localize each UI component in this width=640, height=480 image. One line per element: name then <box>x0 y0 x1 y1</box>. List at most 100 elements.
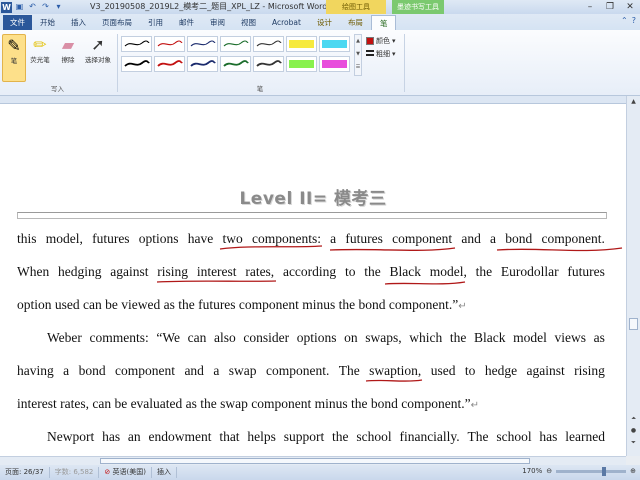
pen-swatch-button[interactable] <box>220 36 251 52</box>
gallery-scroll-buttons[interactable]: ▲ ▼ ☰ <box>354 34 362 76</box>
tab-file[interactable]: 文件 <box>3 15 32 30</box>
line-text: interest rates, can be evaluated as the … <box>17 396 471 411</box>
word: Eurodollar <box>500 264 559 279</box>
pen-swatch-button[interactable] <box>286 36 317 52</box>
word: can <box>187 330 207 345</box>
word: When <box>17 264 50 279</box>
text-line: interest rates, can be evaluated as the … <box>17 387 605 420</box>
group-separator <box>117 34 118 92</box>
word: component. <box>541 231 605 246</box>
status-language[interactable]: ⊘ 英语(美国) <box>99 467 152 478</box>
close-button[interactable]: ✕ <box>620 0 640 14</box>
pen-swatch-button[interactable] <box>187 56 218 72</box>
word: component <box>392 231 453 246</box>
document-area[interactable]: Level II= 模考三 this model, futures options ha… <box>0 104 626 456</box>
pen-swatch-button[interactable] <box>220 56 251 72</box>
word: against <box>110 264 149 279</box>
pen-tool-label: 笔 <box>10 57 18 65</box>
horizontal-scrollbar[interactable] <box>0 456 626 465</box>
paragraph-mark-icon: ↵ <box>470 400 479 411</box>
word: the <box>475 264 493 279</box>
tab-view[interactable]: 视图 <box>233 15 264 30</box>
word-logo-icon[interactable]: W <box>1 1 12 13</box>
title-bar: W ▣ ↶ ↷ ▾ V3_20190508_2019L2_模考二_题目_XPL_… <box>0 0 640 14</box>
thickness-icon <box>366 50 374 58</box>
word: on <box>344 330 358 345</box>
tab-pens[interactable]: 笔 <box>370 15 397 30</box>
word: a <box>213 363 220 378</box>
undo-icon[interactable]: ↶ <box>27 2 38 12</box>
horizontal-scroll-thumb[interactable] <box>100 458 530 464</box>
highlighter-tool-button[interactable]: ✏ 荧光笔 <box>28 34 52 65</box>
pen-swatch-button[interactable] <box>286 56 317 72</box>
pen-tool-button[interactable]: ✎ 笔 <box>2 34 26 82</box>
group-separator <box>404 34 405 92</box>
word: Newport <box>47 429 95 444</box>
highlighter-tool-label: 荧光笔 <box>30 56 50 64</box>
tab-review[interactable]: 审阅 <box>202 15 233 30</box>
status-insert-mode[interactable]: 插入 <box>152 467 177 478</box>
paragraph-mark-icon: ↵ <box>458 301 467 312</box>
pen-color-option[interactable]: 颜色 ▾ <box>366 36 396 46</box>
tab-page-layout[interactable]: 页面布局 <box>94 15 140 30</box>
pen-swatch-button[interactable] <box>121 36 152 52</box>
minimize-ribbon-icon[interactable]: ⌃ <box>621 16 628 25</box>
tab-home[interactable]: 开始 <box>32 15 63 30</box>
word: component <box>115 363 176 378</box>
restore-button[interactable]: ❐ <box>600 0 620 14</box>
text-line: When hedging against rising interest rates, ac… <box>17 255 605 288</box>
word: a <box>330 231 337 246</box>
group-label-write: 写入 <box>51 85 64 93</box>
text-line: Weber comments: “We can also consider options o… <box>17 321 605 354</box>
zoom-slider[interactable] <box>556 466 627 476</box>
previous-page-icon[interactable]: ⏶ <box>628 414 639 424</box>
word: futures <box>92 231 130 246</box>
tab-layout[interactable]: 布局 <box>340 15 371 30</box>
browse-object-icon[interactable]: ● <box>628 426 639 436</box>
window-title: V3_20190508_2019L2_模考二_题目_XPL_LZ - Micro… <box>90 2 328 11</box>
tab-design[interactable]: 设计 <box>309 15 340 30</box>
status-page[interactable]: 页面: 26/37 <box>0 467 50 478</box>
word-window: W ▣ ↶ ↷ ▾ V3_20190508_2019L2_模考二_题目_XPL_… <box>0 0 640 480</box>
word: model <box>513 330 547 345</box>
word: to <box>344 264 356 279</box>
save-icon[interactable]: ▣ <box>14 2 25 12</box>
vertical-scrollbar[interactable]: ▲ ⏶ ● ⏷ <box>626 96 640 456</box>
scroll-up-icon[interactable]: ▲ <box>628 97 639 107</box>
redo-icon[interactable]: ↷ <box>40 2 51 12</box>
tab-acrobat[interactable]: Acrobat <box>264 15 309 30</box>
pen-swatch-button[interactable] <box>319 36 350 52</box>
zoom-in-icon[interactable]: ⊕ <box>630 467 636 475</box>
pen-swatch-button[interactable] <box>253 56 284 72</box>
eraser-tool-button[interactable]: ▰ 擦除 <box>56 34 80 65</box>
zoom-out-icon[interactable]: ⊖ <box>546 467 552 475</box>
select-objects-label: 选择对象 <box>85 56 111 64</box>
tab-mailings[interactable]: 邮件 <box>171 15 202 30</box>
help-icon[interactable]: ? <box>632 16 636 25</box>
pen-swatch-button[interactable] <box>253 36 284 52</box>
minimize-button[interactable]: – <box>580 0 600 14</box>
pen-thickness-option[interactable]: 粗细 ▾ <box>366 49 396 59</box>
status-word-count[interactable]: 字数: 6,582 <box>50 467 100 478</box>
word: to <box>464 363 476 378</box>
text-line: Newport has an endowment that helps support the… <box>17 420 605 453</box>
pen-swatch-button[interactable] <box>154 56 185 72</box>
word: school <box>356 429 392 444</box>
pen-swatch-button[interactable] <box>154 36 185 52</box>
word: rates, <box>245 264 275 279</box>
pen-swatch-button[interactable] <box>319 56 350 72</box>
word: rising <box>574 363 605 378</box>
status-language-label: 英语(美国) <box>112 468 146 476</box>
select-objects-button[interactable]: ➚ 选择对象 <box>83 34 113 65</box>
pen-icon: ✎ <box>7 36 21 55</box>
word: a <box>63 363 70 378</box>
vertical-scroll-thumb[interactable] <box>629 318 638 330</box>
pen-swatch-button[interactable] <box>187 36 218 52</box>
next-page-icon[interactable]: ⏷ <box>628 438 639 448</box>
highlighter-icon: ✏ <box>33 35 47 54</box>
tab-insert[interactable]: 插入 <box>63 15 94 30</box>
tab-references[interactable]: 引用 <box>140 15 171 30</box>
pen-swatch-button[interactable] <box>121 56 152 72</box>
zoom-level[interactable]: 170% <box>522 467 542 475</box>
quick-access-dropdown-icon[interactable]: ▾ <box>53 2 64 12</box>
